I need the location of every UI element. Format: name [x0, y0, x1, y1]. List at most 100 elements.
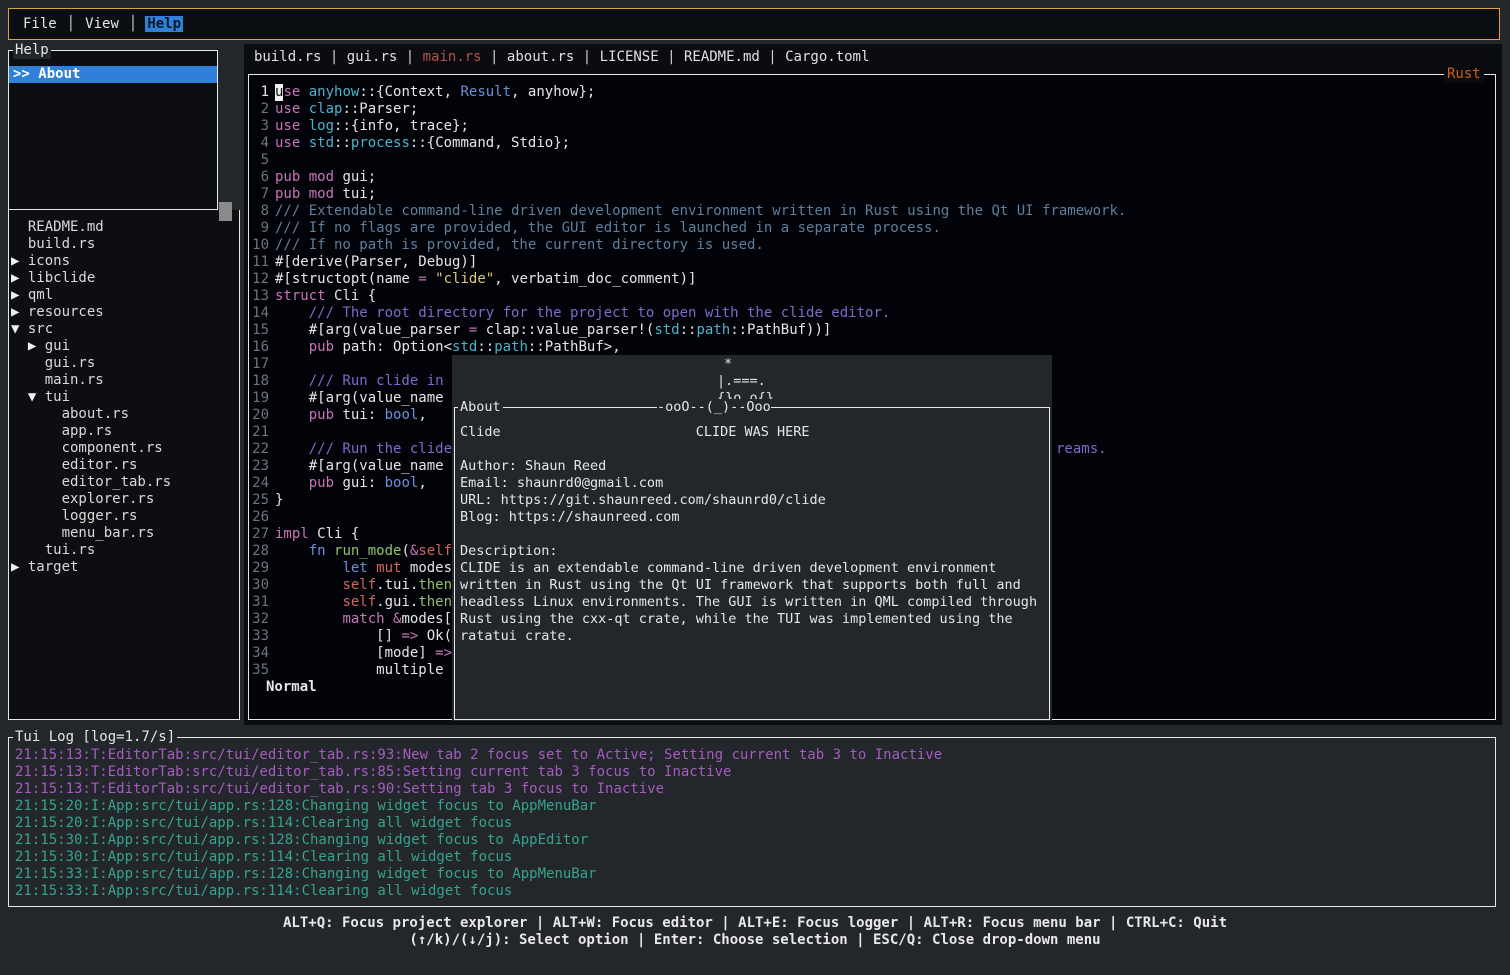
- code-line[interactable]: 11#[derive(Parser, Debug)]: [249, 254, 1495, 271]
- about-text-line: URL: https://git.shaunreed.com/shaunrd0/…: [460, 492, 1037, 509]
- code-line[interactable]: 4use std::process::{Command, Stdio};: [249, 135, 1495, 152]
- tree-item-build-rs[interactable]: build.rs: [11, 236, 239, 253]
- about-text-line: Author: Shaun Reed: [460, 458, 1037, 475]
- line-number: 4: [249, 135, 269, 152]
- about-text-line: [460, 526, 1037, 543]
- chevron-right-icon: ▶: [11, 253, 28, 269]
- line-number: 26: [249, 509, 269, 526]
- tree-item-src[interactable]: ▼ src: [11, 321, 239, 338]
- tree-item-icons[interactable]: ▶ icons: [11, 253, 239, 270]
- code-line[interactable]: 15 #[arg(value_parser = clap::value_pars…: [249, 322, 1495, 339]
- status-bar: ALT+Q: Focus project explorer | ALT+W: F…: [0, 915, 1510, 949]
- log-entry-info: 21:15:30:I:App:src/tui/app.rs:128:Changi…: [15, 832, 1495, 849]
- log-entry-info: 21:15:20:I:App:src/tui/app.rs:114:Cleari…: [15, 815, 1495, 832]
- tab-gui-rs[interactable]: gui.rs: [347, 49, 398, 66]
- tree-item-editor_tab-rs[interactable]: editor_tab.rs: [11, 474, 239, 491]
- status-bar-shortcuts-line2: (↑/k)/(↓/j): Select option | Enter: Choo…: [0, 932, 1510, 949]
- line-number: 34: [249, 645, 269, 662]
- chevron-down-icon: ▼: [28, 389, 45, 405]
- code-line[interactable]: 1use anyhow::{Context, Result, anyhow};: [249, 84, 1495, 101]
- tui-log-panel: Tui Log [log=1.7/s] 21:15:13:T:EditorTab…: [8, 737, 1496, 907]
- help-dropdown-list: >> About: [9, 66, 217, 83]
- code-line[interactable]: 16 pub path: Option<std::path::PathBuf>,: [249, 339, 1495, 356]
- ascii-art-line: |.===.: [717, 373, 766, 390]
- code-line[interactable]: 5: [249, 152, 1495, 169]
- project-explorer[interactable]: README.md build.rs▶ icons▶ libclide▶ qml…: [8, 210, 240, 720]
- code-line[interactable]: 2use clap::Parser;: [249, 101, 1495, 118]
- chevron-right-icon: ▶: [11, 287, 28, 303]
- line-number: 5: [249, 152, 269, 169]
- ascii-art-hands: -ooO--(_)--Ooo: [657, 399, 771, 416]
- clide-tui-app: { "menu_bar": { "separator": "│", "items…: [0, 0, 1510, 975]
- tree-item-README-md[interactable]: README.md: [11, 219, 239, 236]
- log-entry-info: 21:15:20:I:App:src/tui/app.rs:128:Changi…: [15, 798, 1495, 815]
- code-line[interactable]: 9/// If no flags are provided, the GUI e…: [249, 220, 1495, 237]
- tui-log-title: Tui Log [log=1.7/s]: [13, 729, 177, 746]
- line-number: 32: [249, 611, 269, 628]
- about-text-line: written in Rust using the Qt UI framewor…: [460, 577, 1037, 594]
- text-cursor: u: [275, 84, 283, 101]
- chevron-right-icon: ▶: [11, 304, 28, 320]
- tree-item-component-rs[interactable]: component.rs: [11, 440, 239, 457]
- menu-item-file[interactable]: File: [21, 16, 59, 32]
- tab-main-rs[interactable]: main.rs: [423, 49, 482, 66]
- explorer-scrollbar-thumb[interactable]: [219, 202, 232, 221]
- tab-build-rs[interactable]: build.rs: [254, 49, 321, 66]
- code-line[interactable]: 14 /// The root directory for the projec…: [249, 305, 1495, 322]
- tree-item-libclide[interactable]: ▶ libclide: [11, 270, 239, 287]
- tree-item-menu_bar-rs[interactable]: menu_bar.rs: [11, 525, 239, 542]
- tree-item-editor-rs[interactable]: editor.rs: [11, 457, 239, 474]
- line-number: 12: [249, 271, 269, 288]
- line-number: 20: [249, 407, 269, 424]
- about-text-line: [460, 441, 1037, 458]
- tree-item-explorer-rs[interactable]: explorer.rs: [11, 491, 239, 508]
- code-line[interactable]: 8/// Extendable command-line driven deve…: [249, 203, 1495, 220]
- menu-item-help[interactable]: Help: [145, 16, 183, 32]
- log-entry-info: 21:15:30:I:App:src/tui/app.rs:114:Cleari…: [15, 849, 1495, 866]
- help-dropdown-title: Help: [13, 42, 51, 59]
- about-text-line: Description:: [460, 543, 1037, 560]
- chevron-right-icon: ▶: [28, 338, 45, 354]
- chevron-right-icon: ▶: [11, 270, 28, 286]
- tree-item-gui-rs[interactable]: gui.rs: [11, 355, 239, 372]
- menu-item-view[interactable]: View: [83, 16, 121, 32]
- tree-item-gui[interactable]: ▶ gui: [11, 338, 239, 355]
- tab-separator: |: [482, 49, 507, 66]
- line-number: 15: [249, 322, 269, 339]
- editor-mode-indicator: Normal: [266, 679, 317, 696]
- tree-item-target[interactable]: ▶ target: [11, 559, 239, 576]
- tree-item-tui-rs[interactable]: tui.rs: [11, 542, 239, 559]
- tab-Cargo-toml[interactable]: Cargo.toml: [785, 49, 869, 66]
- tab-README-md[interactable]: README.md: [684, 49, 760, 66]
- language-badge: Rust: [1444, 66, 1484, 83]
- tab-about-rs[interactable]: about.rs: [507, 49, 574, 66]
- code-line[interactable]: 7pub mod tui;: [249, 186, 1495, 203]
- line-number: 14: [249, 305, 269, 322]
- tree-item-tui[interactable]: ▼ tui: [11, 389, 239, 406]
- line-number: 29: [249, 560, 269, 577]
- log-entry-trace: 21:15:13:T:EditorTab:src/tui/editor_tab.…: [15, 781, 1495, 798]
- tab-LICENSE[interactable]: LICENSE: [600, 49, 659, 66]
- code-line[interactable]: 13struct Cli {: [249, 288, 1495, 305]
- tree-item-qml[interactable]: ▶ qml: [11, 287, 239, 304]
- line-number: 8: [249, 203, 269, 220]
- line-number: 23: [249, 458, 269, 475]
- about-text-line: ratatui crate.: [460, 628, 1037, 645]
- tree-item-app-rs[interactable]: app.rs: [11, 423, 239, 440]
- help-menu-option-about[interactable]: >> About: [9, 66, 217, 83]
- code-line[interactable]: 12#[structopt(name = "clide", verbatim_d…: [249, 271, 1495, 288]
- about-text-line: Clide CLIDE WAS HERE: [460, 424, 1037, 441]
- tree-item-about-rs[interactable]: about.rs: [11, 406, 239, 423]
- chevron-down-icon: ▼: [11, 321, 28, 337]
- code-line[interactable]: 10/// If no path is provided, the curren…: [249, 237, 1495, 254]
- log-entry-trace: 21:15:13:T:EditorTab:src/tui/editor_tab.…: [15, 747, 1495, 764]
- code-line[interactable]: 3use log::{info, trace};: [249, 118, 1495, 135]
- tab-separator: |: [659, 49, 684, 66]
- tree-item-main-rs[interactable]: main.rs: [11, 372, 239, 389]
- code-line[interactable]: 6pub mod gui;: [249, 169, 1495, 186]
- line-number: 11: [249, 254, 269, 271]
- about-text-line: CLIDE is an extendable command-line driv…: [460, 560, 1037, 577]
- tree-item-resources[interactable]: ▶ resources: [11, 304, 239, 321]
- line-number: 21: [249, 424, 269, 441]
- tree-item-logger-rs[interactable]: logger.rs: [11, 508, 239, 525]
